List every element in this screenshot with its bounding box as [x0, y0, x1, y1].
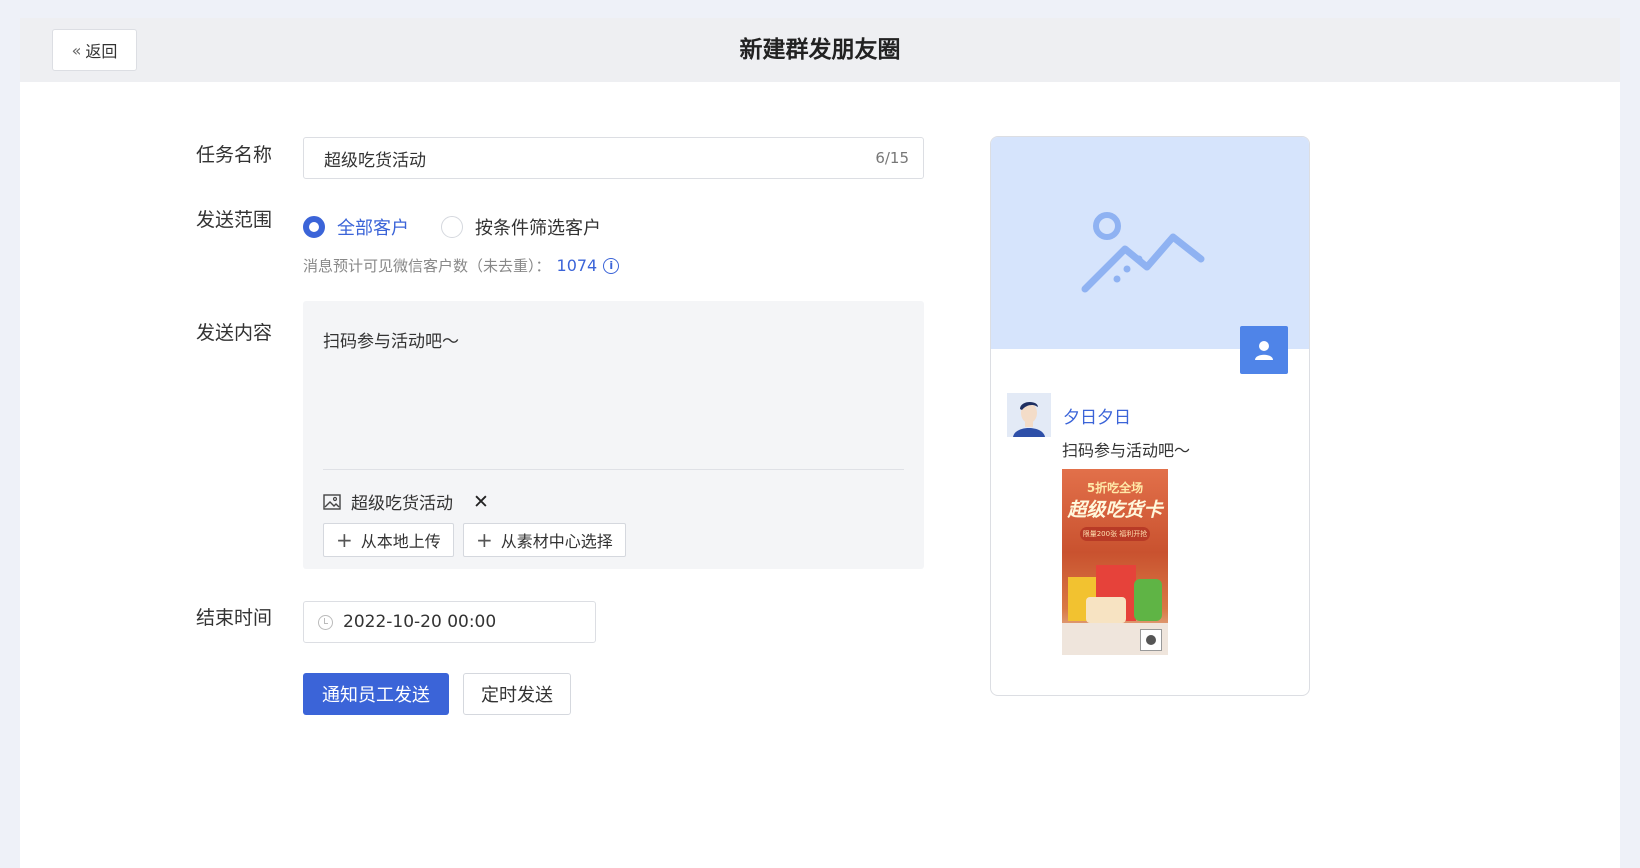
poster-nickname: 夕日夕日 [1063, 408, 1131, 428]
clock-icon [318, 614, 333, 630]
top-bar: 新建群发朋友圈 « 返回 [20, 18, 1620, 82]
double-chevron-left-icon: « [71, 40, 82, 60]
scope-radio-group: 全部客户 按条件筛选客户 [303, 214, 633, 240]
plus-icon: + [336, 528, 353, 552]
info-icon[interactable]: i [603, 257, 620, 274]
scope-hint: 消息预计可见微信客户数（未去重）： 1074 i [303, 255, 620, 276]
poster-avatar [1007, 393, 1051, 437]
page-title: 新建群发朋友圈 [739, 37, 901, 63]
attachment-item: 超级吃货活动 ✕ [323, 489, 489, 514]
poster-product [1134, 579, 1162, 621]
person-avatar-icon [1007, 393, 1051, 437]
attachment-name: 超级吃货活动 [351, 494, 453, 514]
radio-unselected-icon [441, 216, 463, 238]
task-name-input[interactable]: 超级吃货活动 6/15 [303, 137, 924, 179]
notify-staff-button[interactable]: 通知员工发送 [303, 673, 449, 715]
plus-icon: + [476, 528, 493, 552]
poster-headline: 5折吃全场 [1086, 481, 1144, 495]
task-name-label: 任务名称 [196, 144, 273, 166]
upload-local-label: 从本地上传 [360, 532, 441, 551]
radio-filter-customers-label: 按条件筛选客户 [475, 218, 601, 239]
radio-filter-customers[interactable]: 按条件筛选客户 [441, 214, 601, 240]
content-editor[interactable]: 扫码参与活动吧～ 超级吃货活动 ✕ + 从本地上传 + 从素材中心选择 [303, 301, 924, 569]
back-label: 返回 [85, 42, 118, 61]
cover-image-placeholder [991, 137, 1309, 349]
poster-badge: 限量200张 福利开抢 [1080, 527, 1150, 541]
content-divider [323, 469, 904, 470]
radio-all-customers[interactable]: 全部客户 [303, 214, 409, 240]
scope-label: 发送范围 [196, 209, 273, 231]
choose-material-button[interactable]: + 从素材中心选择 [463, 523, 626, 557]
end-time-label: 结束时间 [196, 607, 273, 629]
image-placeholder-icon [1081, 212, 1205, 293]
scope-hint-text: 消息预计可见微信客户数（未去重）： [303, 257, 551, 275]
upload-local-button[interactable]: + 从本地上传 [323, 523, 454, 557]
scope-hint-count: 1074 [556, 256, 598, 275]
cover-avatar [1240, 326, 1288, 374]
qr-code-icon [1140, 629, 1162, 651]
end-time-picker[interactable]: 2022-10-20 00:00 [303, 601, 596, 643]
choose-material-label: 从素材中心选择 [500, 532, 613, 551]
main-panel: 新建群发朋友圈 « 返回 任务名称 超级吃货活动 6/15 发送范围 全部客户 … [20, 18, 1620, 868]
schedule-send-button[interactable]: 定时发送 [463, 673, 571, 715]
back-button[interactable]: « 返回 [52, 29, 137, 71]
radio-selected-icon [303, 216, 325, 238]
poster-title: 超级吃货卡 [1067, 499, 1163, 521]
preview-poster-image: 5折吃全场 超级吃货卡 限量200张 福利开抢 [1062, 469, 1168, 655]
task-name-char-count: 6/15 [875, 149, 909, 167]
image-icon [323, 493, 341, 510]
radio-all-customers-label: 全部客户 [337, 218, 409, 239]
moments-preview: 夕日夕日 扫码参与活动吧～ 5折吃全场 超级吃货卡 限量200张 福利开抢 [990, 136, 1310, 696]
end-time-value: 2022-10-20 00:00 [343, 612, 497, 632]
poster-product [1086, 597, 1126, 623]
task-name-value: 超级吃货活动 [324, 150, 426, 171]
content-text[interactable]: 扫码参与活动吧～ [323, 327, 459, 352]
user-icon [1255, 341, 1273, 360]
remove-attachment-icon[interactable]: ✕ [473, 491, 489, 513]
content-label: 发送内容 [196, 322, 273, 344]
preview-post-text: 扫码参与活动吧～ [1062, 441, 1191, 460]
